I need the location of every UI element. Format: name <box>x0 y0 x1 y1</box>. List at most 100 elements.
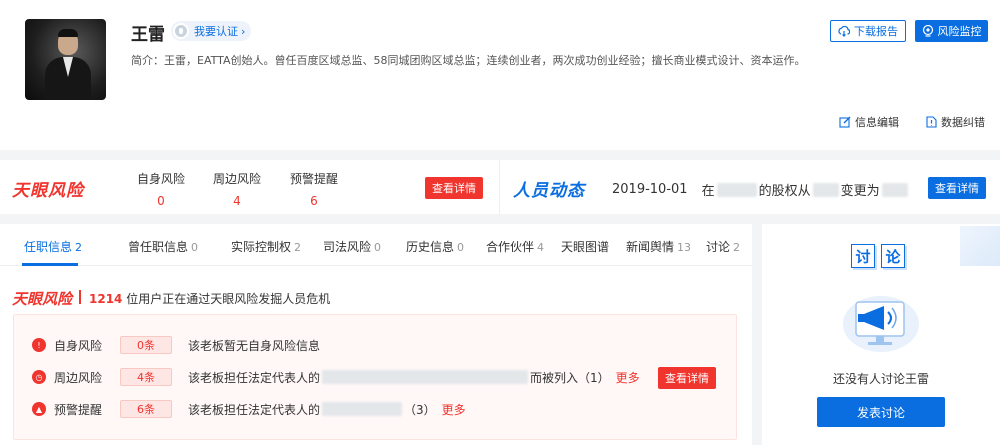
risk-surrounding-count: 4 <box>233 194 241 208</box>
verify-label: 我要认证 <box>194 25 238 38</box>
tab-label: 讨论 <box>706 240 731 254</box>
tab-actual-control[interactable]: 实际控制权 2 <box>231 238 301 255</box>
tab-judicial-risk[interactable]: 司法风险 0 <box>323 238 381 255</box>
risk-monitor-button[interactable]: 风险监控 <box>915 20 988 42</box>
risk-row-desc: 该老板暂无自身风险信息 <box>188 338 321 353</box>
cloud-download-icon <box>838 25 850 37</box>
divider <box>79 290 81 304</box>
risk-self-label: 自身风险 <box>136 172 185 186</box>
redacted-company <box>716 182 757 197</box>
tab-count: 13 <box>677 241 692 254</box>
empty-discussion-text: 还没有人讨论王雷 <box>832 372 929 386</box>
edit-info-link[interactable]: 信息编辑 <box>839 114 899 130</box>
discussion-title-char: 论 <box>881 244 905 268</box>
tab-label: 实际控制权 <box>231 240 292 254</box>
verify-icon <box>173 23 189 39</box>
tab-label: 合作伙伴 <box>486 240 535 254</box>
tab-label: 天眼图谱 <box>561 240 610 254</box>
risk-details-button[interactable]: 查看详情 <box>425 177 483 199</box>
tab-discussion[interactable]: 讨论 2 <box>706 238 740 255</box>
verify-button[interactable]: 我要认证 › <box>171 21 252 41</box>
risk-row-desc: 该老板担任法定代表人的 而被列入（1） 更多 <box>188 369 640 386</box>
dynamics-text-mid: 的股权从 <box>758 184 811 199</box>
tab-count: 0 <box>374 241 382 254</box>
dynamics-date: 2019-10-01 <box>612 182 688 197</box>
risk-row-label: 周边风险 <box>54 370 103 385</box>
tab-count: 0 <box>191 241 199 254</box>
tab-label: 任职信息 <box>24 240 73 254</box>
tab-count: 2 <box>733 241 741 254</box>
risk-watch-details-button[interactable]: 查看详情 <box>658 367 716 389</box>
tab-graph[interactable]: 天眼图谱 <box>561 238 609 255</box>
dynamics-text-end: 变更为 <box>840 184 880 199</box>
risk-count-tag: 0条 <box>120 336 172 354</box>
tab-label: 历史信息 <box>406 240 455 254</box>
tab-history[interactable]: 历史信息 0 <box>406 238 464 255</box>
risk-watch-logo: 天眼风险 <box>12 290 73 308</box>
risk-row-surrounding: ◷ 周边风险 4条 该老板担任法定代表人的 而被列入（1） 更多 <box>32 367 640 387</box>
tab-count: 2 <box>75 241 83 254</box>
monitor-eye-icon <box>922 25 933 37</box>
risk-row-desc: 该老板担任法定代表人的 （3） 更多 <box>188 401 466 418</box>
data-correct-label: 数据纠错 <box>941 116 985 129</box>
person-intro: 简介：王雷，EATTA创始人。曾任百度区域总监、58同城团购区域总监；连续创业者… <box>131 54 806 67</box>
tab-bar: 任职信息 2 曾任职信息 0 实际控制权 2 司法风险 0 历史信息 0 合作伙伴 4 天眼… <box>0 224 752 266</box>
risk-count-tag: 6条 <box>120 400 172 418</box>
download-report-label: 下载报告 <box>854 25 898 38</box>
tab-past-positions[interactable]: 曾任职信息 0 <box>128 238 198 255</box>
risk-surrounding[interactable]: 周边风险 4 <box>207 170 267 208</box>
risk-desc-tail: （3） <box>404 402 436 417</box>
tab-partners[interactable]: 合作伙伴 4 <box>486 238 544 255</box>
risk-row-label: 预警提醒 <box>54 402 103 417</box>
tab-news[interactable]: 新闻舆情 13 <box>626 238 691 255</box>
more-link[interactable]: 更多 <box>616 369 640 386</box>
risk-warning[interactable]: 预警提醒 6 <box>284 170 344 208</box>
chevron-right-icon: › <box>241 24 246 38</box>
clock-icon: ◷ <box>32 370 46 384</box>
more-link[interactable]: 更多 <box>442 401 466 418</box>
active-tab-indicator <box>22 263 78 266</box>
redacted-company <box>322 402 403 416</box>
shield-icon: ! <box>32 338 46 352</box>
discussion-title: 讨 论 <box>851 244 905 268</box>
risk-watch-text: 1214 位用户正在通过天眼风险发掘人员危机 <box>89 290 330 307</box>
risk-warning-label: 预警提醒 <box>289 172 338 186</box>
tab-label: 曾任职信息 <box>128 240 189 254</box>
edit-info-label: 信息编辑 <box>855 116 899 129</box>
redacted-value <box>812 182 839 197</box>
risk-self-count: 0 <box>157 194 165 208</box>
avatar <box>25 19 106 100</box>
data-correct-link[interactable]: 数据纠错 <box>926 114 985 130</box>
bell-icon: ▲ <box>32 402 46 416</box>
user-count: 1214 <box>89 292 123 306</box>
risk-desc-tail: 而被列入（1） <box>530 370 610 385</box>
risk-row-self: ! 自身风险 0条 该老板暂无自身风险信息 <box>32 335 320 355</box>
discussion-title-char: 讨 <box>851 244 875 268</box>
dynamics-text: 2019-10-01 在 的股权从 变更为 <box>612 180 910 199</box>
risk-row-warning: ▲ 预警提醒 6条 该老板担任法定代表人的 （3） 更多 <box>32 399 466 419</box>
tab-label: 新闻舆情 <box>626 240 675 254</box>
risk-watch-caption: 位用户正在通过天眼风险发掘人员危机 <box>126 292 331 306</box>
risk-logo: 天眼风险 <box>12 181 84 201</box>
tab-count: 0 <box>457 241 465 254</box>
risk-desc-prefix: 该老板担任法定代表人的 <box>188 370 321 385</box>
risk-self[interactable]: 自身风险 0 <box>131 170 191 208</box>
risk-warning-count: 6 <box>310 194 318 208</box>
download-report-button[interactable]: 下载报告 <box>830 20 906 42</box>
risk-row-label: 自身风险 <box>54 338 103 353</box>
post-discussion-button[interactable]: 发表讨论 <box>817 397 945 427</box>
tab-count: 2 <box>294 241 302 254</box>
tab-count: 4 <box>537 241 545 254</box>
risk-surrounding-label: 周边风险 <box>212 172 261 186</box>
megaphone-icon <box>843 296 919 352</box>
bar-divider <box>499 160 500 214</box>
risk-desc-prefix: 该老板担任法定代表人的 <box>188 402 321 417</box>
dynamics-title: 人员动态 <box>513 181 585 201</box>
dynamics-text-at: 在 <box>701 184 715 199</box>
dynamics-details-button[interactable]: 查看详情 <box>928 177 986 199</box>
report-icon <box>926 116 937 128</box>
tab-label: 司法风险 <box>323 240 372 254</box>
tab-current-positions[interactable]: 任职信息 2 <box>24 238 82 255</box>
edit-icon <box>839 116 851 128</box>
risk-count-tag: 4条 <box>120 368 172 386</box>
